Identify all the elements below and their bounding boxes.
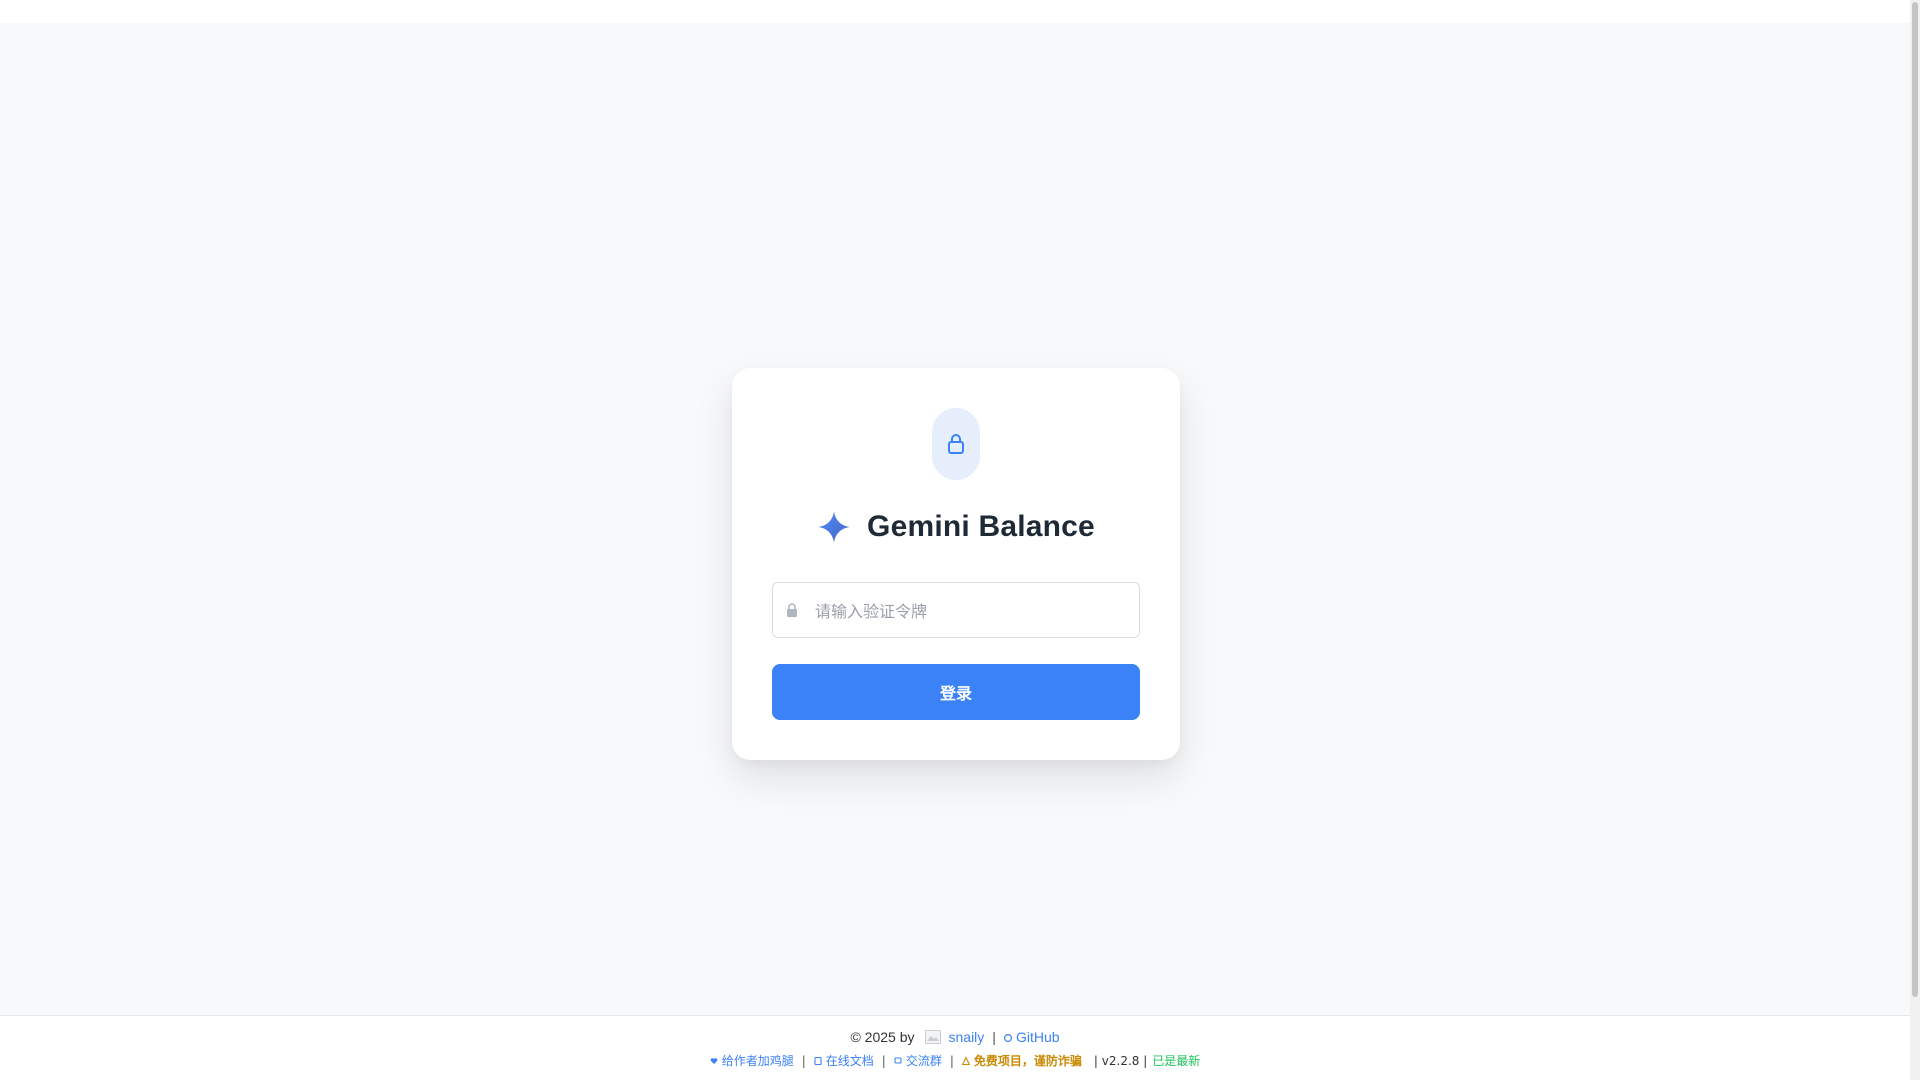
donate-link-label: 给作者加鸡腿 (721, 1054, 794, 1068)
separator: | (992, 1029, 996, 1045)
github-icon (1003, 1034, 1012, 1042)
login-button[interactable]: 登录 (772, 664, 1140, 720)
title-row: Gemini Balance (732, 510, 1180, 544)
page: Gemini Balance 登录 © 2025 by snaily | Git… (0, 0, 1920, 1080)
scam-warning-label: 免费项目，谨防诈骗 (973, 1054, 1082, 1068)
footer-credits: © 2025 by snaily | GitHub (0, 1029, 1910, 1045)
lock-badge (932, 408, 980, 480)
footer-links: 给作者加鸡腿 | 在线文档 | 交流群 | 免费项目，谨防诈骗 | v2.2.8… (0, 1052, 1910, 1069)
login-card: Gemini Balance 登录 (732, 368, 1180, 760)
group-link-label: 交流群 (905, 1054, 942, 1068)
docs-link[interactable]: 在线文档 (814, 1052, 874, 1069)
separator: | (949, 1053, 954, 1068)
github-link[interactable]: GitHub (1003, 1029, 1060, 1045)
heart-icon (710, 1058, 718, 1064)
docs-link-label: 在线文档 (825, 1054, 874, 1068)
author-link[interactable]: snaily (949, 1029, 985, 1045)
app-title: Gemini Balance (867, 510, 1095, 543)
token-field[interactable] (772, 582, 1140, 639)
warning-icon (961, 1056, 970, 1066)
scam-warning: 免费项目，谨防诈骗 (961, 1052, 1082, 1069)
book-icon (814, 1056, 822, 1066)
update-status: 已是最新 (1152, 1054, 1201, 1068)
author-avatar (924, 1030, 941, 1044)
chat-icon (894, 1057, 902, 1064)
donate-link[interactable]: 给作者加鸡腿 (710, 1052, 794, 1069)
separator: | (881, 1053, 886, 1068)
sparkle-icon (818, 511, 851, 543)
main-area: Gemini Balance 登录 (0, 23, 1910, 1015)
separator: | (801, 1053, 806, 1068)
top-strip (0, 0, 1910, 23)
key-icon (787, 603, 797, 617)
scrollbar-thumb[interactable] (1912, 2, 1918, 997)
footer: © 2025 by snaily | GitHub 给作者加鸡腿 | 在线文档 … (0, 1015, 1910, 1080)
version-text: | v2.2.8 | (1093, 1053, 1148, 1068)
scrollbar[interactable] (1910, 0, 1920, 1080)
github-link-label: GitHub (1015, 1029, 1060, 1045)
copyright-text: © 2025 by (850, 1029, 915, 1045)
token-input[interactable] (813, 583, 1137, 639)
lock-icon (948, 434, 964, 454)
group-link[interactable]: 交流群 (894, 1052, 942, 1069)
